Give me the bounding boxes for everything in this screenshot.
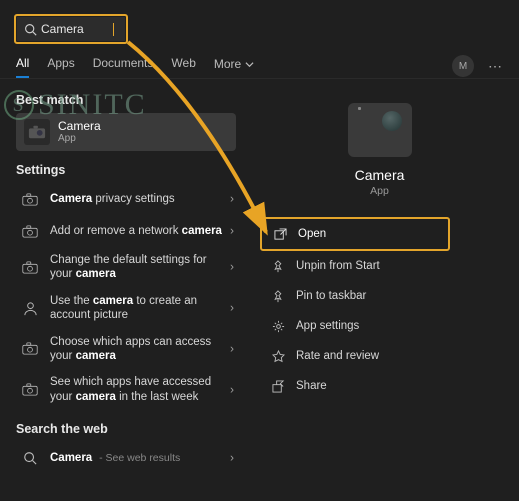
tab-documents[interactable]: Documents [93, 54, 154, 78]
share-action[interactable]: Share [260, 371, 450, 401]
more-menu-icon[interactable]: ⋯ [488, 58, 503, 75]
app-settings-action[interactable]: App settings [260, 311, 450, 341]
settings-row-app-access[interactable]: Choose which apps can access your camera… [16, 329, 240, 370]
search-icon [20, 448, 40, 468]
unpin-action[interactable]: Unpin from Start [260, 251, 450, 281]
chevron-down-icon [245, 60, 254, 69]
open-action[interactable]: Open [260, 217, 450, 251]
settings-row-privacy[interactable]: Camera privacy settings › [16, 183, 240, 215]
chevron-right-icon: › [230, 341, 234, 356]
section-best-match: Best match [16, 89, 244, 113]
camera-icon [20, 221, 40, 241]
best-match-item[interactable]: Camera App [16, 113, 236, 151]
open-icon [272, 226, 288, 242]
pin-taskbar-action[interactable]: Pin to taskbar [260, 281, 450, 311]
gear-icon [270, 318, 286, 334]
chevron-right-icon: › [230, 382, 234, 397]
search-field[interactable] [17, 17, 125, 41]
preview-app-type: App [370, 185, 389, 197]
tab-all[interactable]: All [16, 54, 29, 78]
camera-icon [20, 380, 40, 400]
search-highlight-box [14, 14, 128, 44]
app-large-icon [348, 103, 412, 157]
camera-icon [20, 189, 40, 209]
search-input[interactable] [41, 22, 111, 36]
camera-icon [20, 339, 40, 359]
filter-tabs: All Apps Documents Web More M ⋯ [0, 50, 519, 79]
section-settings: Settings [16, 159, 244, 183]
preview-panel: Camera App Open Unpin from Start Pin to … [244, 79, 519, 501]
settings-row-account-picture[interactable]: Use the camera to create an account pict… [16, 288, 240, 329]
search-icon [23, 22, 37, 36]
camera-icon [20, 257, 40, 277]
chevron-right-icon: › [230, 451, 234, 466]
share-icon [270, 378, 286, 394]
unpin-icon [270, 258, 286, 274]
best-match-title: Camera [58, 120, 101, 133]
text-cursor [113, 23, 114, 36]
person-icon [20, 298, 40, 318]
settings-row-network-camera[interactable]: Add or remove a network camera › [16, 215, 240, 247]
chevron-right-icon: › [230, 224, 234, 239]
settings-row-recent-access[interactable]: See which apps have accessed your camera… [16, 369, 240, 410]
tab-apps[interactable]: Apps [47, 54, 74, 78]
chevron-right-icon: › [230, 192, 234, 207]
tab-more[interactable]: More [214, 54, 254, 78]
tab-web[interactable]: Web [171, 54, 195, 78]
pin-icon [270, 288, 286, 304]
chevron-right-icon: › [230, 260, 234, 275]
top-bar [0, 0, 519, 50]
camera-icon [24, 119, 50, 145]
user-avatar[interactable]: M [452, 55, 474, 77]
rate-review-action[interactable]: Rate and review [260, 341, 450, 371]
results-panel: Best match Camera App Settings Camera pr… [0, 79, 244, 501]
best-match-subtitle: App [58, 133, 101, 144]
star-icon [270, 348, 286, 364]
settings-row-defaults[interactable]: Change the default settings for your cam… [16, 247, 240, 288]
web-search-row[interactable]: Camera - See web results › [16, 442, 240, 474]
preview-app-name: Camera [355, 167, 405, 183]
section-search-web: Search the web [16, 418, 244, 442]
chevron-right-icon: › [230, 301, 234, 316]
